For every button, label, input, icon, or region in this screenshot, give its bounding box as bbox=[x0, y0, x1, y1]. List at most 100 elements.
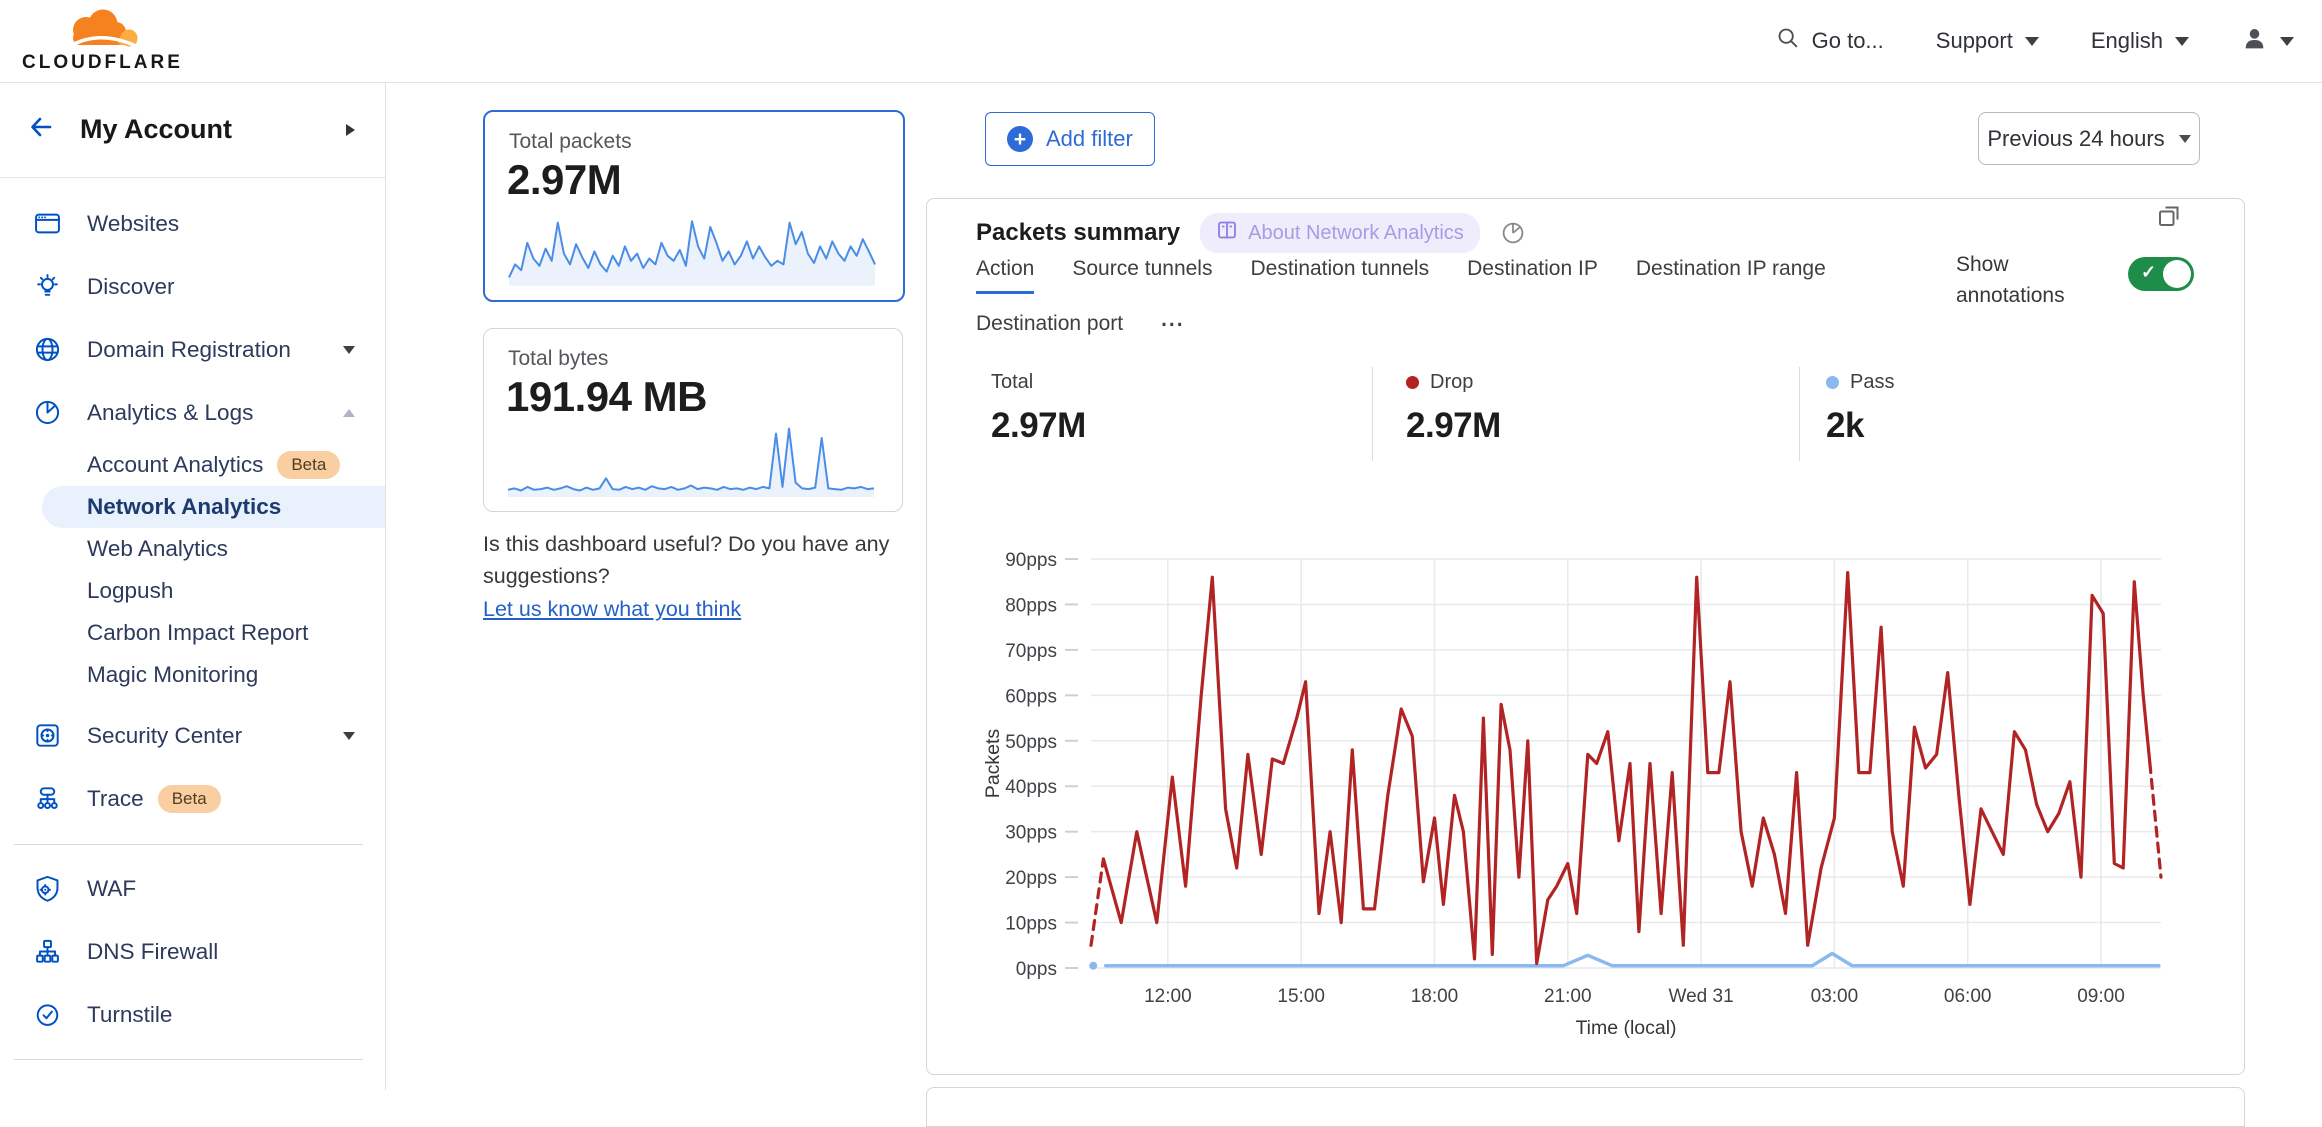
sidebar-divider bbox=[14, 844, 363, 845]
dimension-tabs: Action Source tunnels Destination tunnels D… bbox=[976, 257, 1916, 349]
stat-value: 2.97M bbox=[991, 406, 1086, 446]
svg-text:20pps: 20pps bbox=[1005, 868, 1057, 889]
browser-icon bbox=[34, 210, 61, 237]
sidebar-item-network-analytics[interactable]: Network Analytics bbox=[42, 486, 385, 528]
sidebar-item-trace[interactable]: TraceBeta bbox=[0, 767, 385, 830]
card-value: 191.94 MB bbox=[506, 373, 902, 421]
check-icon: ✓ bbox=[2141, 262, 2156, 283]
total-packets-sparkline bbox=[507, 208, 877, 290]
svg-text:03:00: 03:00 bbox=[1811, 986, 1859, 1007]
user-avatar-icon bbox=[2241, 25, 2268, 58]
sidebar-item-discover[interactable]: Discover bbox=[0, 255, 385, 318]
sidebar-item-logpush[interactable]: Logpush bbox=[0, 570, 385, 612]
feedback-question: Is this dashboard useful? Do you have an… bbox=[483, 532, 889, 588]
svg-text:15:00: 15:00 bbox=[1277, 986, 1325, 1007]
sidebar-item-web-analytics[interactable]: Web Analytics bbox=[0, 528, 385, 570]
svg-text:50pps: 50pps bbox=[1005, 732, 1057, 753]
cloudflare-logo[interactable]: CLOUDFLARE bbox=[22, 9, 183, 74]
back-arrow-icon[interactable] bbox=[26, 112, 56, 147]
stat-divider bbox=[1372, 367, 1373, 461]
sidebar-item-label: Trace bbox=[87, 786, 144, 812]
account-menu[interactable] bbox=[2241, 25, 2294, 58]
sidebar-item-label: Magic Monitoring bbox=[87, 662, 258, 688]
trace-icon bbox=[34, 785, 61, 812]
tab-destination-port[interactable]: Destination port bbox=[976, 312, 1123, 349]
book-icon bbox=[1216, 219, 1238, 247]
sidebar-item-turnstile[interactable]: Turnstile bbox=[0, 983, 385, 1046]
feedback-link[interactable]: Let us know what you think bbox=[483, 593, 741, 625]
sidebar-item-label: Network Analytics bbox=[87, 494, 281, 520]
sidebar-item-label: Account Analytics bbox=[87, 452, 263, 478]
search-icon bbox=[1776, 26, 1800, 56]
chevron-down-icon bbox=[2179, 135, 2191, 143]
sidebar-item-carbon-impact-report[interactable]: Carbon Impact Report bbox=[0, 612, 385, 654]
sidebar-item-label: Websites bbox=[87, 211, 179, 237]
popout-icon[interactable] bbox=[2156, 203, 2182, 229]
support-menu[interactable]: Support bbox=[1936, 28, 2039, 54]
sidebar-item-websites[interactable]: Websites bbox=[0, 192, 385, 255]
sidebar-item-label: Security Center bbox=[87, 723, 242, 749]
total-bytes-sparkline bbox=[506, 419, 876, 501]
language-label: English bbox=[2091, 28, 2163, 54]
legend-dot-pass bbox=[1826, 376, 1839, 389]
toggle-knob bbox=[2163, 260, 2191, 288]
sidebar-item-domain-registration[interactable]: Domain Registration bbox=[0, 318, 385, 381]
shield-gear-icon bbox=[34, 875, 61, 902]
stats-row: Total2.97MDrop2.97MPass2k bbox=[927, 367, 2244, 467]
legend-dot-drop bbox=[1406, 376, 1419, 389]
plus-icon: + bbox=[1007, 126, 1033, 152]
sidebar-item-label: Carbon Impact Report bbox=[87, 620, 308, 646]
svg-text:70pps: 70pps bbox=[1005, 641, 1057, 662]
svg-text:90pps: 90pps bbox=[1005, 550, 1057, 571]
sidebar-item-magic-monitoring[interactable]: Magic Monitoring bbox=[0, 654, 385, 696]
about-network-analytics-badge[interactable]: About Network Analytics bbox=[1200, 213, 1480, 253]
tabs-more-button[interactable]: ... bbox=[1161, 308, 1185, 349]
chevron-down-icon bbox=[2175, 37, 2189, 46]
add-filter-button[interactable]: + Add filter bbox=[985, 112, 1155, 166]
tab-destination-ip-range[interactable]: Destination IP range bbox=[1636, 257, 1826, 294]
svg-text:18:00: 18:00 bbox=[1411, 986, 1459, 1007]
sidebar-item-waf[interactable]: WAF bbox=[0, 857, 385, 920]
tab-destination-ip[interactable]: Destination IP bbox=[1467, 257, 1598, 294]
svg-text:21:00: 21:00 bbox=[1544, 986, 1592, 1007]
goto-search[interactable]: Go to... bbox=[1776, 26, 1884, 56]
show-annotations-label: Show annotations bbox=[1956, 249, 2116, 311]
total-bytes-card[interactable]: Total bytes 191.94 MB bbox=[483, 328, 903, 512]
sidebar-divider bbox=[14, 1059, 363, 1060]
chevron-down-icon bbox=[343, 346, 355, 354]
svg-text:Packets: Packets bbox=[982, 729, 1004, 799]
account-header[interactable]: My Account bbox=[0, 82, 385, 178]
svg-text:60pps: 60pps bbox=[1005, 686, 1057, 707]
tab-source-tunnels[interactable]: Source tunnels bbox=[1072, 257, 1212, 294]
panel-header: Packets summary About Network Analytics bbox=[976, 213, 1526, 253]
tab-destination-tunnels[interactable]: Destination tunnels bbox=[1250, 257, 1429, 294]
sidebar-item-label: DNS Firewall bbox=[87, 939, 218, 965]
next-panel-partial bbox=[926, 1087, 2245, 1127]
svg-text:06:00: 06:00 bbox=[1944, 986, 1992, 1007]
pie-chart-icon[interactable] bbox=[1500, 220, 1526, 246]
stat-drop: Drop2.97M bbox=[1406, 371, 1501, 446]
card-value: 2.97M bbox=[507, 156, 903, 204]
sidebar-item-analytics-logs[interactable]: Analytics & Logs bbox=[0, 381, 385, 444]
time-range-dropdown[interactable]: Previous 24 hours bbox=[1978, 112, 2200, 165]
sidebar-item-label: Domain Registration bbox=[87, 337, 291, 363]
chevron-down-icon bbox=[2025, 37, 2039, 46]
stat-divider bbox=[1799, 367, 1800, 461]
language-menu[interactable]: English bbox=[2091, 28, 2189, 54]
svg-text:12:00: 12:00 bbox=[1144, 986, 1192, 1007]
svg-text:80pps: 80pps bbox=[1005, 595, 1057, 616]
add-filter-label: Add filter bbox=[1046, 126, 1133, 152]
card-title: Total packets bbox=[509, 130, 903, 154]
sidebar-item-security-center[interactable]: Security Center bbox=[0, 704, 385, 767]
card-title: Total bytes bbox=[508, 347, 902, 371]
hierarchy-icon bbox=[34, 938, 61, 965]
stat-pass: Pass2k bbox=[1826, 371, 1894, 446]
sidebar-item-label: Turnstile bbox=[87, 1002, 172, 1028]
sidebar-item-label: Discover bbox=[87, 274, 175, 300]
sidebar-item-item[interactable] bbox=[0, 1069, 385, 1090]
sidebar-item-dns-firewall[interactable]: DNS Firewall bbox=[0, 920, 385, 983]
show-annotations-toggle[interactable]: ✓ bbox=[2128, 257, 2194, 291]
tab-action[interactable]: Action bbox=[976, 257, 1034, 294]
total-packets-card[interactable]: Total packets 2.97M bbox=[483, 110, 905, 302]
sidebar-item-account-analytics[interactable]: Account AnalyticsBeta bbox=[0, 444, 385, 486]
